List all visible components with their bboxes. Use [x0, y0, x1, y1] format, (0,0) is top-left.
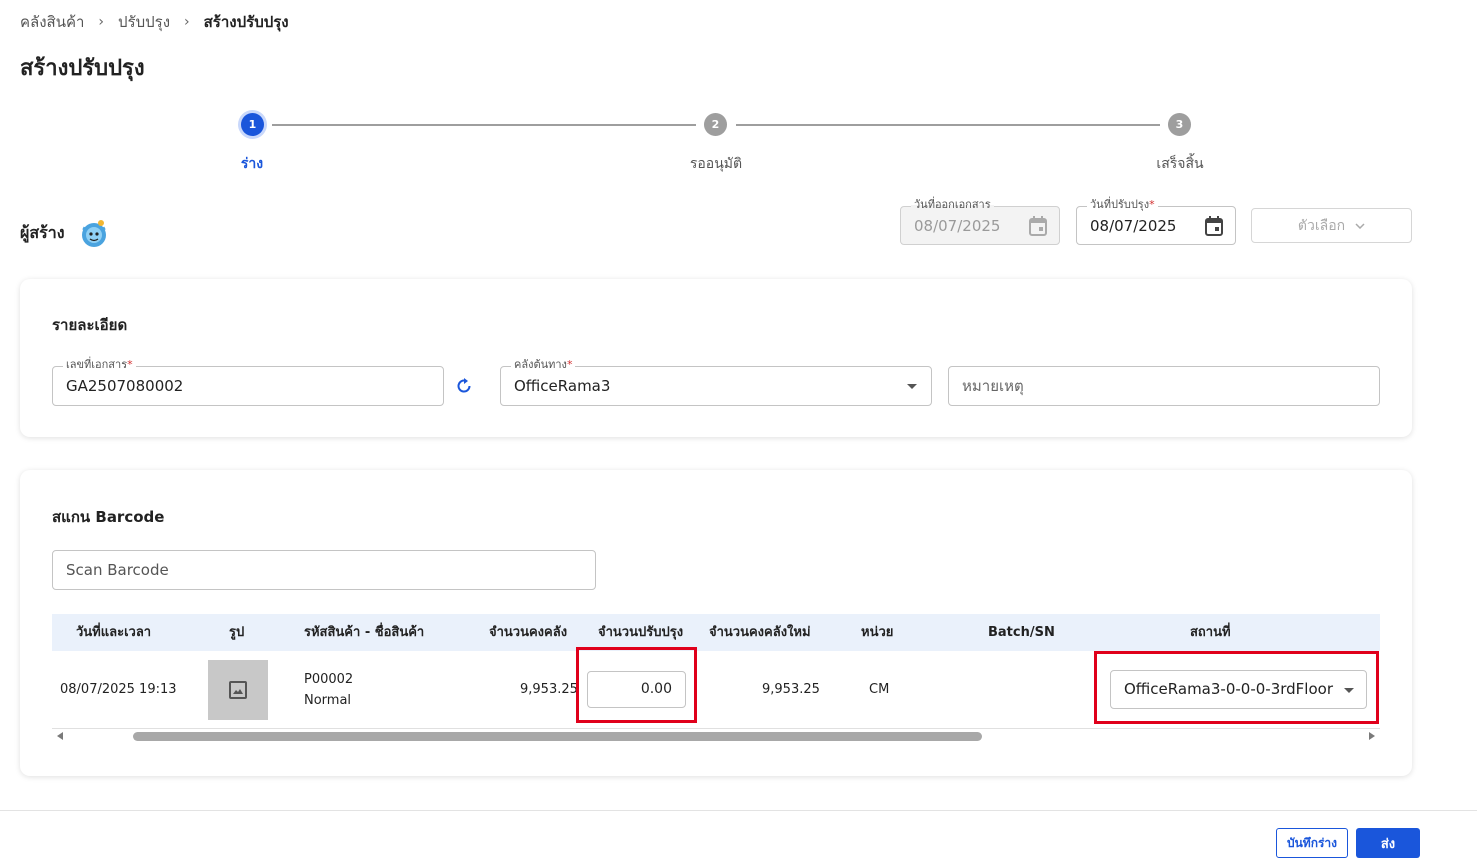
adjust-date-field[interactable]: วันที่ปรับปรุง* 08/07/2025	[1076, 198, 1236, 245]
doc-number-value: GA2507080002	[66, 377, 184, 395]
doc-number-field[interactable]: เลขที่เอกสาร* GA2507080002	[52, 358, 444, 406]
doc-number-label: เลขที่เอกสาร*	[63, 358, 136, 372]
dropdown-caret-icon	[907, 384, 917, 389]
stepper-connector	[736, 124, 1160, 126]
col-batch: Batch/SN	[988, 625, 1055, 640]
step-1-label: ร่าง	[240, 156, 264, 172]
table-header: วันที่และเวลา รูป รหัสสินค้า - ชื่อสินค้…	[52, 614, 1380, 651]
source-warehouse-select[interactable]: คลังต้นทาง* OfficeRama3	[500, 358, 932, 406]
cell-datetime: 08/07/2025 19:13	[60, 682, 177, 697]
cell-product-name: Normal	[304, 693, 352, 708]
row-divider	[52, 728, 1380, 729]
col-unit: หน่วย	[861, 625, 894, 640]
step-2-indicator: 2	[704, 113, 727, 136]
chevron-down-icon	[1355, 222, 1365, 229]
col-datetime: วันที่และเวลา	[76, 625, 152, 640]
issue-date-label: วันที่ออกเอกสาร	[911, 198, 994, 212]
image-placeholder-icon	[229, 681, 247, 699]
source-warehouse-label: คลังต้นทาง*	[511, 358, 576, 372]
step-3-label: เสร็จสิ้น	[1156, 156, 1204, 172]
col-location: สถานที่	[1190, 625, 1231, 640]
submit-button[interactable]: ส่ง	[1356, 828, 1420, 858]
highlight-adjust-qty	[576, 647, 697, 723]
footer-divider	[0, 810, 1477, 811]
remark-input[interactable]: หมายเหตุ	[948, 366, 1380, 406]
chevron-right-icon: ›	[184, 14, 190, 30]
step-2-label: รออนุมัติ	[689, 156, 743, 172]
cell-product-code: P00002	[304, 672, 354, 687]
step-3-indicator: 3	[1168, 113, 1191, 136]
cell-stock: 9,953.25	[520, 682, 578, 697]
save-draft-button[interactable]: บันทึกร่าง	[1276, 828, 1348, 858]
breadcrumb-item-warehouse[interactable]: คลังสินค้า	[20, 10, 84, 34]
scroll-left-icon[interactable]	[57, 732, 63, 740]
stepper-connector	[272, 124, 696, 126]
col-product: รหัสสินค้า - ชื่อสินค้า	[304, 625, 425, 640]
breadcrumb-item-adjustment[interactable]: ปรับปรุง	[118, 10, 170, 34]
col-new-stock: จำนวนคงคลังใหม่	[709, 625, 811, 640]
cell-unit: CM	[869, 682, 890, 697]
breadcrumb: คลังสินค้า › ปรับปรุง › สร้างปรับปรุง	[20, 10, 289, 34]
page-title: สร้างปรับปรุง	[20, 56, 145, 81]
step-1-indicator: 1	[241, 113, 264, 136]
issue-date-field: วันที่ออกเอกสาร 08/07/2025	[900, 198, 1060, 245]
chevron-right-icon: ›	[98, 14, 105, 30]
col-image: รูป	[229, 625, 245, 640]
remark-placeholder: หมายเหตุ	[962, 377, 1024, 395]
breadcrumb-current: สร้างปรับปรุง	[203, 13, 289, 31]
product-thumbnail	[208, 660, 268, 720]
options-label: ตัวเลือก	[1297, 217, 1346, 234]
creator-section: ผู้สร้าง	[20, 216, 111, 250]
refresh-icon[interactable]	[454, 376, 474, 396]
adjust-date-label: วันที่ปรับปรุง*	[1087, 198, 1158, 212]
calendar-icon	[1029, 215, 1047, 236]
scan-title: สแกน Barcode	[52, 508, 165, 526]
details-title: รายละเอียด	[52, 316, 128, 334]
source-warehouse-value: OfficeRama3	[514, 377, 611, 395]
col-adjust-qty: จำนวนปรับปรุง	[598, 625, 684, 640]
cell-new-stock: 9,953.25	[762, 682, 820, 697]
issue-date-value: 08/07/2025	[914, 216, 1001, 235]
highlight-location	[1094, 651, 1379, 724]
creator-label: ผู้สร้าง	[20, 222, 65, 242]
details-card	[20, 279, 1412, 437]
avatar	[81, 220, 106, 247]
calendar-icon[interactable]	[1205, 215, 1223, 236]
scan-barcode-placeholder: Scan Barcode	[66, 561, 169, 579]
col-stock: จำนวนคงคลัง	[489, 625, 568, 640]
scroll-right-icon[interactable]	[1369, 732, 1375, 740]
options-button[interactable]: ตัวเลือก	[1251, 208, 1412, 243]
scan-barcode-input[interactable]: Scan Barcode	[52, 550, 596, 590]
adjust-date-value: 08/07/2025	[1090, 216, 1177, 235]
scrollbar-thumb[interactable]	[133, 732, 982, 741]
